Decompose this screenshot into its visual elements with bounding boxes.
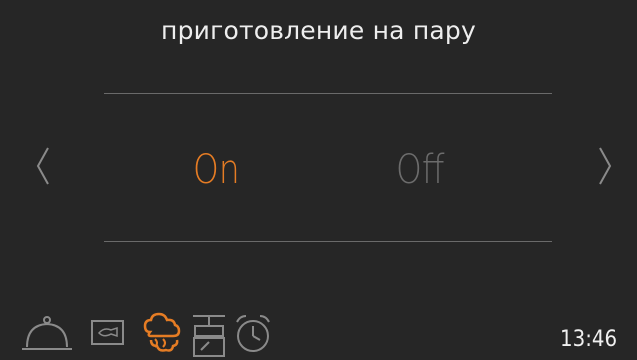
option-on[interactable]: On bbox=[193, 146, 240, 194]
page-title: приготовление на пару bbox=[161, 16, 476, 45]
option-off[interactable]: Off bbox=[396, 146, 444, 194]
cloche-icon[interactable] bbox=[21, 313, 73, 353]
status-time: 13:46 bbox=[560, 327, 618, 352]
clock-icon[interactable] bbox=[233, 312, 273, 356]
chevron-right-icon[interactable] bbox=[594, 146, 614, 186]
divider-bottom bbox=[104, 241, 552, 242]
steam-icon[interactable] bbox=[141, 312, 183, 358]
scale-icon[interactable] bbox=[189, 312, 229, 358]
chevron-left-icon[interactable] bbox=[34, 146, 54, 186]
divider-top bbox=[104, 93, 552, 94]
camera-icon[interactable] bbox=[91, 318, 125, 346]
